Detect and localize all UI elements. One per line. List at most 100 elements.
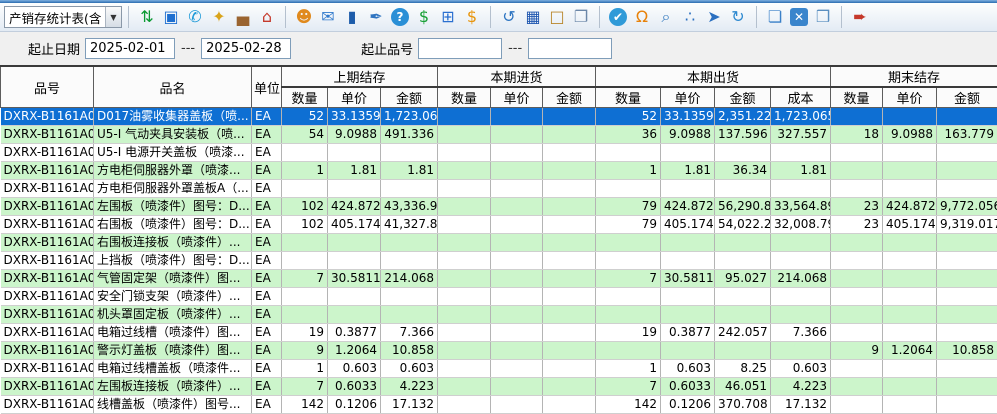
table-row[interactable]: DXRX-B1161A0...U5-I 气动夹具安装板（喷...EA549.09… [1, 126, 997, 144]
out-amount-cell: 8.25 [715, 360, 771, 378]
purchase-price-cell [491, 378, 543, 396]
toolbar-separator [490, 6, 491, 28]
out-qty-cell [596, 342, 661, 360]
end-price-cell [883, 378, 937, 396]
table-row[interactable]: DXRX-B1161A0...上挡板（喷漆件）图号：D...EA [1, 252, 997, 270]
purchase-amount-cell [543, 162, 596, 180]
cascade-icon[interactable]: ❒ [812, 6, 834, 28]
box-icon[interactable]: □ [546, 6, 568, 28]
prev-amount-cell: 214.068 [381, 270, 438, 288]
report-selector[interactable]: 产销存统计表(含 ▼ [4, 6, 122, 28]
end-amount-cell: 9,319.017 [937, 216, 997, 234]
home-icon[interactable]: ⌂ [256, 6, 278, 28]
briefcase-icon[interactable]: ▄ [232, 6, 254, 28]
table-row[interactable]: DXRX-B1161A0...方电柜伺服器外罩盖板A（...EA [1, 180, 997, 198]
prev-qty-cell: 54 [282, 126, 328, 144]
out-amount-cell: 36.34 [715, 162, 771, 180]
calculator-icon[interactable]: ▦ [522, 6, 544, 28]
purchase-price-cell [491, 288, 543, 306]
item-to-input[interactable] [528, 38, 612, 59]
exit-icon[interactable]: ➨ [849, 6, 871, 28]
unit-cell: EA [252, 144, 282, 162]
users-icon[interactable]: ☻ [293, 6, 315, 28]
prev-price-cell [328, 144, 381, 162]
date-to-input[interactable] [201, 38, 291, 59]
check-icon[interactable]: ✔ [609, 8, 627, 26]
out-cost-cell [771, 288, 831, 306]
out-cost-cell: 1,723.065 [771, 108, 831, 126]
transfer-icon[interactable]: ⇅ [136, 6, 158, 28]
dollar-icon[interactable]: $ [413, 6, 435, 28]
table-row[interactable]: DXRX-B1161A0...方电柜伺服器外罩（喷漆...EA11.811.81… [1, 162, 997, 180]
purchase-qty-cell [438, 162, 491, 180]
purchase-qty-cell [438, 342, 491, 360]
item-no-cell: DXRX-B1161A0... [1, 144, 94, 162]
notebook-icon[interactable]: ▮ [341, 6, 363, 28]
end-price-cell [883, 288, 937, 306]
close-icon[interactable]: ✕ [790, 8, 808, 26]
cart-icon[interactable]: ⊞ [437, 6, 459, 28]
end-price-cell [883, 108, 937, 126]
purchase-qty-cell [438, 270, 491, 288]
copy-icon[interactable]: ❐ [570, 6, 592, 28]
purchase-price-cell [491, 360, 543, 378]
out-cost-cell: 1.81 [771, 162, 831, 180]
lock-icon[interactable]: ✦ [208, 6, 230, 28]
prev-qty-cell [282, 144, 328, 162]
doc-refresh-icon[interactable]: ↺ [498, 6, 520, 28]
out-qty-cell: 7 [596, 378, 661, 396]
help-icon[interactable]: ? [391, 8, 409, 26]
out-qty-cell: 7 [596, 270, 661, 288]
table-row[interactable]: DXRX-B1161A0...左围板连接板（喷漆件）...EA70.60334.… [1, 378, 997, 396]
phone-icon[interactable]: ✆ [184, 6, 206, 28]
out-qty-cell: 19 [596, 324, 661, 342]
monitor-icon[interactable]: ▣ [160, 6, 182, 28]
date-from-input[interactable] [85, 38, 175, 59]
pen-icon[interactable]: ✒ [365, 6, 387, 28]
out-cost-cell [771, 180, 831, 198]
table-row[interactable]: DXRX-B1161A0...右围板（喷漆件）图号：D...EA102405.1… [1, 216, 997, 234]
end-amount-cell [937, 180, 997, 198]
table-row[interactable]: DXRX-B1161A0...气管固定架（喷漆件）图...EA730.58112… [1, 270, 997, 288]
item-from-input[interactable] [418, 38, 502, 59]
person-dollar-icon[interactable]: $ [461, 6, 483, 28]
purchase-amount-cell [543, 270, 596, 288]
out-price-cell: 9.0988 [661, 126, 715, 144]
sub-header-prev-amount: 金额 [381, 87, 438, 108]
table-header: 品号 品名 单位 上期结存 本期进货 本期出货 期末结存 数量 单价 金额 数量… [1, 66, 997, 108]
purchase-price-cell [491, 144, 543, 162]
end-price-cell [883, 234, 937, 252]
window-icon[interactable]: ❏ [764, 6, 786, 28]
monitor-cursor-icon[interactable]: ➤ [703, 6, 725, 28]
table-row[interactable]: DXRX-B1161A0...安全门锁支架（喷漆件）...EA [1, 288, 997, 306]
table-row[interactable]: DXRX-B1161A0...机头罩固定板（喷漆件）...EA [1, 306, 997, 324]
out-amount-cell: 46.051 [715, 378, 771, 396]
bell-icon[interactable]: Ω [631, 6, 653, 28]
prev-price-cell: 424.872 [328, 198, 381, 216]
out-qty-cell: 36 [596, 126, 661, 144]
end-amount-cell: 9,772.056 [937, 198, 997, 216]
table-row[interactable]: DXRX-B1161A0...警示灯盖板（喷漆件）图...EA91.206410… [1, 342, 997, 360]
out-price-cell: 0.6033 [661, 378, 715, 396]
purchase-amount-cell [543, 324, 596, 342]
chevron-down-icon[interactable]: ▼ [105, 7, 121, 27]
table-row[interactable]: DXRX-B1161A0...电箱过线槽（喷漆件）图...EA190.38777… [1, 324, 997, 342]
out-qty-cell: 1 [596, 162, 661, 180]
end-price-cell [883, 270, 937, 288]
end-price-cell: 405.1747 [883, 216, 937, 234]
doc-search-icon[interactable]: ⌕ [655, 6, 677, 28]
refresh-icon[interactable]: ↻ [727, 6, 749, 28]
item-no-cell: DXRX-B1161A0... [1, 360, 94, 378]
end-amount-cell [937, 162, 997, 180]
out-amount-cell: 242.057 [715, 324, 771, 342]
table-row[interactable]: DXRX-B1161A0...右围板连接板（喷漆件）...EA [1, 234, 997, 252]
table-row[interactable]: DXRX-B1161A0...左围板（喷漆件）图号：D...EA102424.8… [1, 198, 997, 216]
end-amount-cell [937, 234, 997, 252]
table-row[interactable]: DXRX-B1161A0...D017油雾收集器盖板（喷...EA5233.13… [1, 108, 997, 126]
mail-icon[interactable]: ✉ [317, 6, 339, 28]
purchase-amount-cell [543, 198, 596, 216]
table-row[interactable]: DXRX-B1161A0...U5-I 电源开关盖板（喷漆...EA [1, 144, 997, 162]
table-row[interactable]: DXRX-B1161A0...电箱过线槽盖板（喷漆件...EA10.6030.6… [1, 360, 997, 378]
end-amount-cell [937, 144, 997, 162]
sitemap-icon[interactable]: ∴ [679, 6, 701, 28]
